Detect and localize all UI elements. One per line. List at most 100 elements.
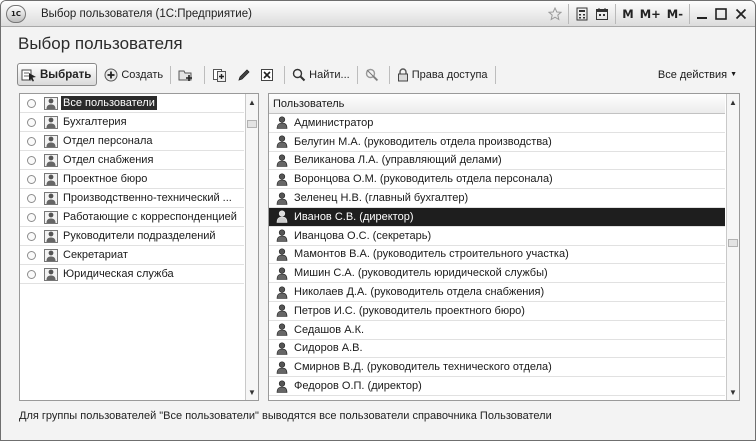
search-icon [292,68,306,82]
radio-indicator[interactable] [27,136,36,146]
user-row[interactable]: Сидоров А.В. [269,340,725,359]
scroll-thumb[interactable] [247,120,257,128]
user-name: Великанова Л.А. (управляющий делами) [294,154,502,167]
status-hint: Для группы пользователей "Все пользовате… [19,410,552,422]
user-icon [276,116,288,130]
create-button[interactable]: Создать [101,63,166,86]
user-row[interactable]: Петров И.С. (руководитель проектного бюр… [269,302,725,321]
group-row[interactable]: Бухгалтерия [20,113,244,132]
user-icon [276,323,288,336]
maximize-icon[interactable] [711,4,731,24]
user-name: Мамонтов В.А. (руководитель строительног… [294,248,569,261]
minimize-icon[interactable] [689,4,711,24]
edit-button[interactable] [234,63,257,86]
user-row[interactable]: Воронцова О.М. (руководитель отдела перс… [269,170,725,190]
toolbar-divider [170,65,172,84]
user-row[interactable]: Иванов С.В. (директор) [269,207,725,227]
group-row[interactable]: Все пользователи [20,94,244,113]
create-group-button[interactable] [175,63,200,86]
user-name: Зеленец Н.В. (главный бухгалтер) [294,192,469,205]
group-row[interactable]: Секретариат [20,246,244,265]
toolbar-divider [284,65,286,84]
user-icon [276,173,288,186]
access-rights-label: Права доступа [411,68,488,81]
user-name: Воронцова О.М. (руководитель отдела перс… [294,173,553,186]
memory-add-button[interactable]: M+ [637,4,664,24]
groups-scrollbar[interactable]: ▲ ▼ [245,94,258,400]
user-row[interactable]: Мамонтов В.А. (руководитель строительног… [269,246,725,265]
group-row[interactable]: Производственно-технический ... [20,189,244,208]
user-row[interactable]: Великанова Л.А. (управляющий делами) [269,152,725,171]
user-row[interactable]: Николаев Д.А. (руководитель отдела снабж… [269,283,725,302]
group-row[interactable]: Юридическая служба [20,265,244,284]
users-scrollbar[interactable]: ▲ ▼ [726,94,739,400]
group-row[interactable]: Руководители подразделений [20,227,244,246]
radio-indicator[interactable] [27,155,36,165]
user-group-icon [44,115,58,129]
user-icon [276,229,288,242]
memory-button[interactable]: M [615,4,636,24]
user-row[interactable]: Седашов А.К. [269,321,725,340]
group-row[interactable]: Работающие с корреспонденцией [20,208,244,227]
user-name: Администратор [294,116,374,129]
favorite-icon[interactable] [545,4,565,24]
radio-indicator[interactable] [27,174,36,184]
app-logo[interactable]: 1С [6,4,26,23]
calendar-icon[interactable] [592,4,612,24]
user-name: Николаев Д.А. (руководитель отдела снабж… [294,286,545,299]
radio-indicator[interactable] [27,212,36,222]
group-row[interactable]: Отдел снабжения [20,151,244,170]
radio-indicator[interactable] [27,193,36,203]
user-row[interactable]: Федоров О.П. (директор) [269,377,725,396]
user-groups-list: Все пользователи Бухгалтерия Отдел персона… [20,94,244,284]
user-group-icon [44,153,58,167]
user-row[interactable]: Мишин С.А. (руководитель юридической слу… [269,264,725,284]
user-icon [276,304,288,318]
lock-icon [397,67,409,82]
group-label: Руководители подразделений [63,230,216,242]
scroll-up-icon[interactable]: ▲ [727,95,739,109]
user-icon [276,248,288,261]
user-groups-tree[interactable]: Все пользователи Бухгалтерия Отдел персона… [19,93,259,401]
title-bar: 1С Выбор пользователя (1С:Предприятие) M… [1,1,755,27]
user-icon [276,154,288,167]
user-row[interactable]: Зеленец Н.В. (главный бухгалтер) [269,189,725,208]
user-row[interactable]: Иванцова О.С. (секретарь) [269,227,725,246]
title-controls: M M+ M- [545,1,751,27]
radio-indicator[interactable] [27,117,36,127]
user-group-icon [44,191,58,205]
all-actions-menu[interactable]: Все действия ▼ [658,63,737,86]
radio-indicator[interactable] [27,98,36,108]
user-row[interactable]: Белугин М.А. (руководитель отдела произв… [269,133,725,152]
user-icon [276,135,288,148]
scroll-up-icon[interactable]: ▲ [246,95,258,109]
radio-indicator[interactable] [27,269,36,279]
mark-delete-button[interactable] [257,63,280,86]
find-label: Найти... [309,68,350,81]
user-row[interactable]: Смирнов В.Д. (руководитель технического … [269,358,725,378]
radio-indicator[interactable] [27,250,36,260]
group-row[interactable]: Проектное бюро [20,170,244,189]
copy-button[interactable] [209,63,234,86]
user-group-icon [44,267,58,281]
column-header-user[interactable]: Пользователь [269,94,725,114]
user-row[interactable]: Администратор [269,114,725,133]
user-icon [276,192,288,205]
user-group-icon [44,172,58,186]
memory-subtract-button[interactable]: M- [664,4,686,24]
group-label: Юридическая служба [63,268,174,280]
user-group-icon [44,210,58,224]
user-group-icon [44,248,58,262]
radio-indicator[interactable] [27,231,36,241]
scroll-down-icon[interactable]: ▼ [246,385,258,399]
access-rights-button[interactable]: Права доступа [394,63,491,86]
scroll-down-icon[interactable]: ▼ [727,385,739,399]
cancel-search-button[interactable] [362,63,385,86]
users-table[interactable]: Пользователь Администратор Белугин М.А. (… [268,93,740,401]
scroll-thumb[interactable] [728,239,738,247]
calculator-icon[interactable] [568,4,592,24]
close-icon[interactable] [731,4,751,24]
group-row[interactable]: Отдел персонала [20,132,244,151]
select-button[interactable]: Выбрать [17,63,98,86]
find-button[interactable]: Найти... [289,63,353,86]
